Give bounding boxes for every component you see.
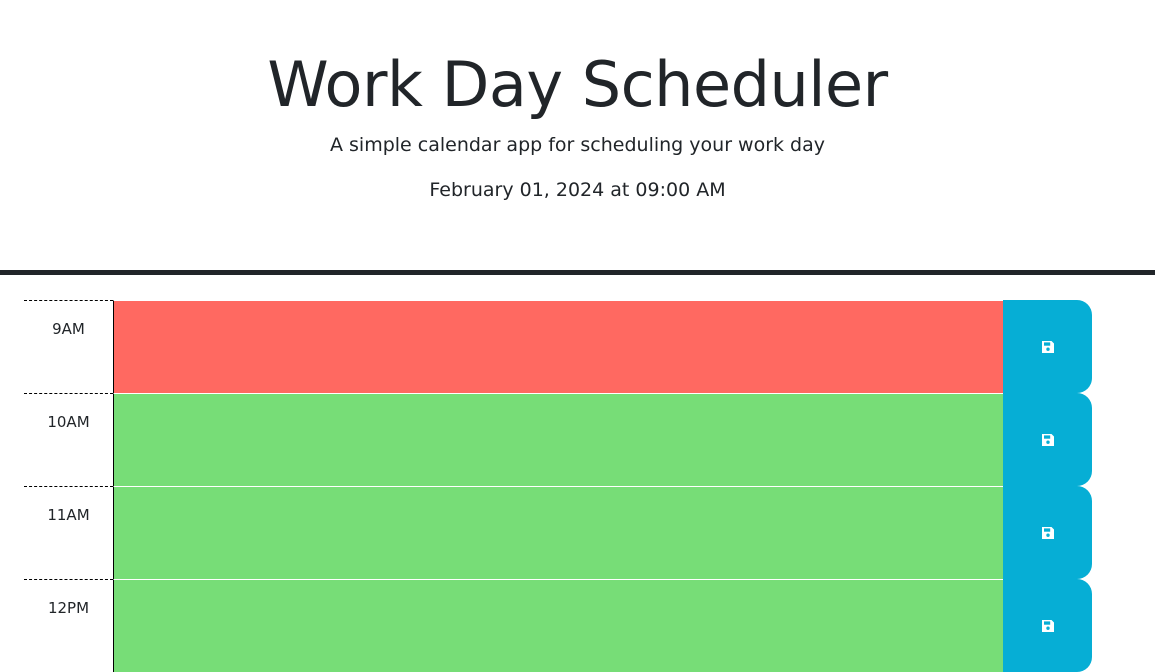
floppy-disk-icon (1041, 433, 1054, 446)
time-block: 10AM (24, 393, 1092, 486)
time-block: 11AM (24, 486, 1092, 579)
event-description-input[interactable] (113, 486, 1003, 579)
hour-label: 12PM (24, 579, 113, 672)
page-subtitle: A simple calendar app for scheduling you… (329, 134, 826, 156)
event-description-input[interactable] (113, 300, 1003, 393)
time-block: 12PM (24, 579, 1092, 672)
floppy-disk-icon (1041, 340, 1054, 353)
save-button[interactable] (1003, 393, 1092, 486)
header: Work Day Scheduler A simple calendar app… (0, 0, 1155, 275)
floppy-disk-icon (1041, 526, 1054, 539)
save-button[interactable] (1003, 300, 1092, 393)
event-description-input[interactable] (113, 393, 1003, 486)
time-block: 9AM (24, 300, 1092, 393)
hour-label: 10AM (24, 393, 113, 486)
event-description-input[interactable] (113, 579, 1003, 672)
save-button[interactable] (1003, 579, 1092, 672)
floppy-disk-icon (1041, 619, 1054, 632)
save-button[interactable] (1003, 486, 1092, 579)
hour-label: 9AM (24, 300, 113, 393)
hour-label: 11AM (24, 486, 113, 579)
page-title: Work Day Scheduler (267, 48, 888, 121)
current-day: February 01, 2024 at 09:00 AM (429, 179, 726, 201)
